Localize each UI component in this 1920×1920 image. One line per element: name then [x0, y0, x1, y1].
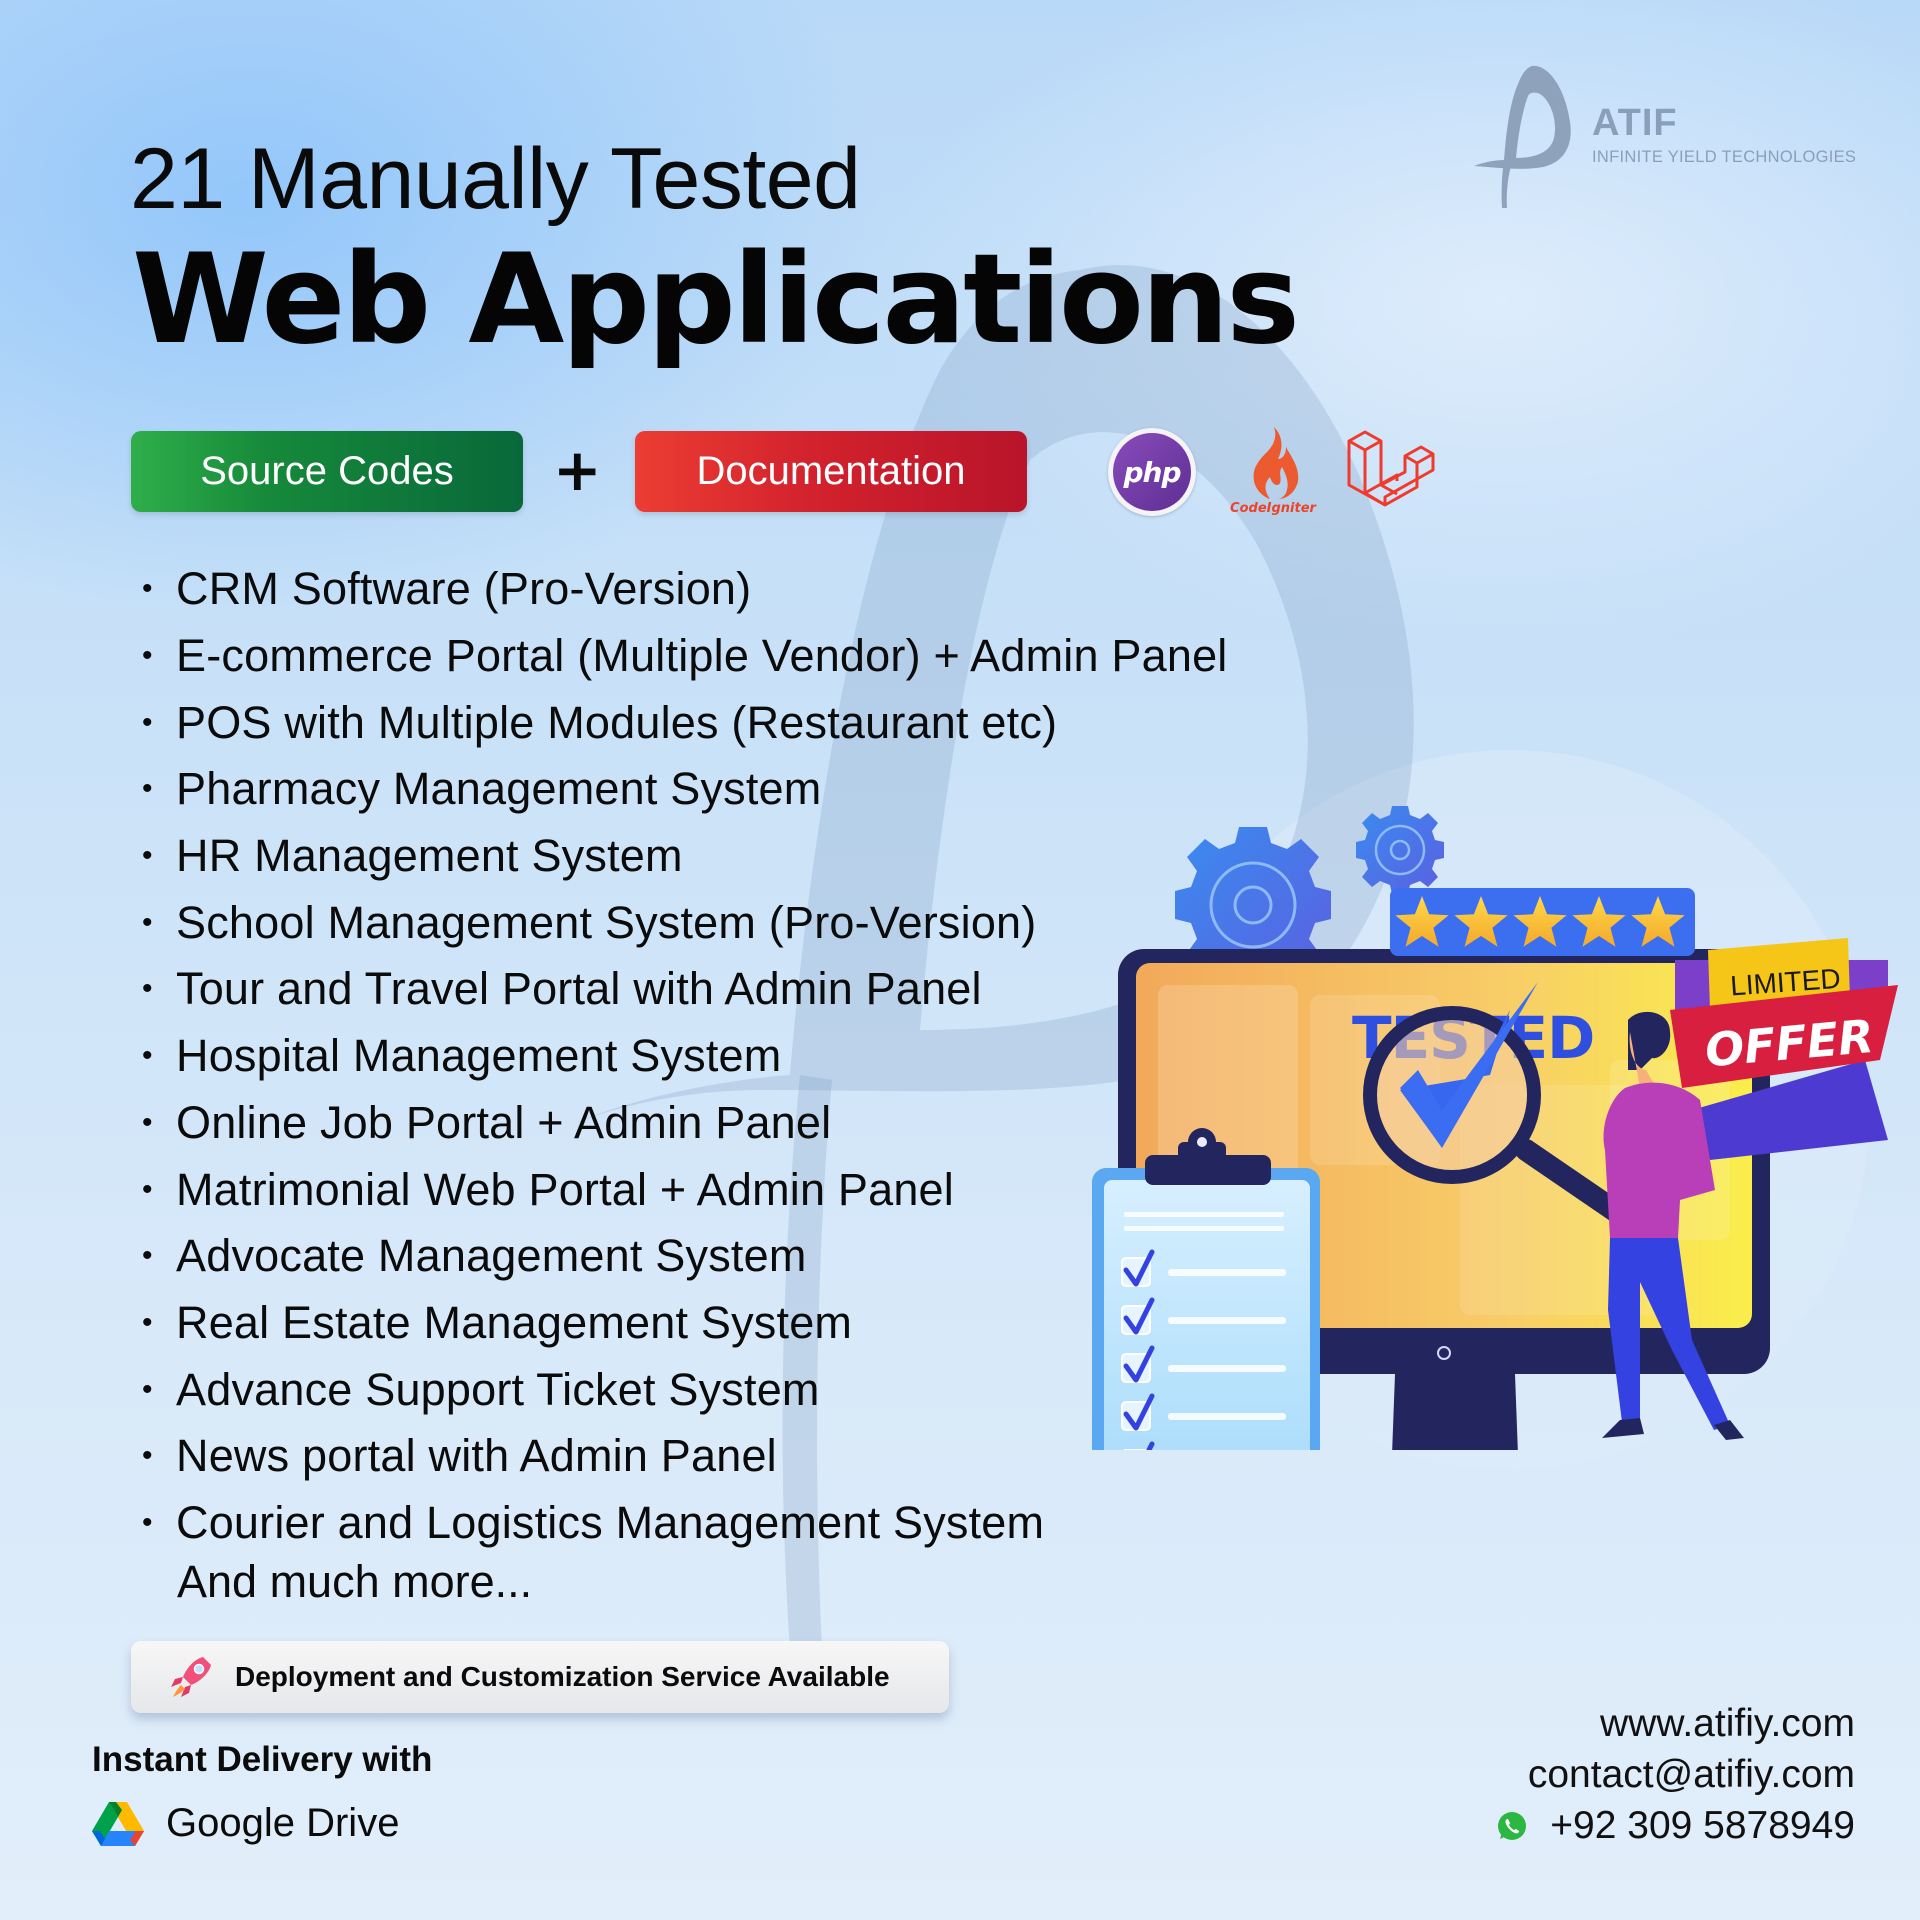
phone-number: +92 309 5878949: [1550, 1803, 1855, 1847]
codeigniter-logo: CodeIgniter: [1228, 425, 1318, 525]
list-item-label: E-commerce Portal (Multiple Vendor) + Ad…: [176, 630, 1228, 682]
laravel-logo-icon: [1347, 430, 1435, 507]
list-item-label: Matrimonial Web Portal + Admin Panel: [176, 1163, 954, 1215]
google-drive-delivery: Google Drive: [92, 1800, 399, 1846]
codeigniter-label: CodeIgniter: [1230, 501, 1316, 516]
checklist-line: [1168, 1317, 1286, 1324]
monitor-stand: [1392, 1374, 1518, 1450]
list-item-label: Advance Support Ticket System: [176, 1363, 820, 1415]
bullet: •: [142, 1439, 153, 1473]
documentation-badge: Documentation: [635, 431, 1027, 512]
source-codes-badge: Source Codes: [131, 431, 523, 512]
list-item-label: CRM Software (Pro-Version): [176, 563, 752, 615]
deployment-service-banner: Deployment and Customization Service Ava…: [131, 1641, 949, 1713]
bullet: •: [142, 1105, 153, 1139]
list-item: • Pharmacy Management System: [140, 756, 1228, 823]
brand-logo: ATIF INFINITE YIELD TECHNOLOGIES: [1470, 62, 1890, 212]
bullet: •: [142, 1305, 153, 1339]
list-item-label: Pharmacy Management System: [176, 763, 822, 815]
rocket-icon: [171, 1657, 211, 1697]
bullet: •: [142, 772, 153, 806]
list-item-label: Advocate Management System: [176, 1230, 807, 1282]
list-item-label: News portal with Admin Panel: [176, 1430, 777, 1482]
list-item-label: Online Job Portal + Admin Panel: [176, 1096, 832, 1148]
list-item-label: POS with Multiple Modules (Restaurant et…: [176, 696, 1058, 748]
google-drive-icon: [92, 1802, 144, 1846]
brand-tagline: INFINITE YIELD TECHNOLOGIES: [1592, 148, 1857, 166]
bullet: •: [142, 905, 153, 939]
bullet: •: [142, 572, 153, 606]
bullet: •: [142, 1239, 153, 1273]
bullet: •: [142, 705, 153, 739]
list-item: • Courier and Logistics Management System: [140, 1490, 1228, 1557]
plus-sign: +: [553, 436, 602, 504]
php-logo-label: php: [1113, 433, 1191, 511]
list-item: • Matrimonial Web Portal + Admin Panel: [140, 1156, 1228, 1223]
list-item: • News portal with Admin Panel: [140, 1423, 1228, 1490]
bullet: •: [142, 639, 153, 673]
delivery-label: Instant Delivery with: [92, 1740, 433, 1779]
list-item: • Online Job Portal + Admin Panel: [140, 1090, 1228, 1157]
atif-p-logo-icon: [1474, 65, 1571, 208]
application-list: • CRM Software (Pro-Version) • E-commerce …: [140, 556, 1228, 1556]
list-item-label: Hospital Management System: [176, 1030, 782, 1082]
small-gear-icon: [1356, 806, 1444, 894]
tested-illustration: TESTED LIMITED OFFER: [1092, 806, 1898, 1450]
list-item-label: Real Estate Management System: [176, 1296, 853, 1348]
list-item: • Advocate Management System: [140, 1223, 1228, 1290]
contact-info: www.atifiy.com contact@atifiy.com +92 30…: [1496, 1698, 1855, 1851]
list-item: • Tour and Travel Portal with Admin Panel: [140, 956, 1228, 1023]
list-item-label: Tour and Travel Portal with Admin Panel: [176, 963, 982, 1015]
list-item-label: School Management System (Pro-Version): [176, 896, 1037, 948]
list-item: • School Management System (Pro-Version): [140, 889, 1228, 956]
phone-line[interactable]: +92 309 5878949: [1496, 1800, 1855, 1851]
bullet: •: [142, 839, 153, 873]
checklist-line: [1168, 1365, 1286, 1372]
list-item: • E-commerce Portal (Multiple Vendor) + A…: [140, 623, 1228, 690]
website-link[interactable]: www.atifiy.com: [1496, 1698, 1855, 1749]
bullet: •: [142, 1505, 153, 1539]
list-item: • POS with Multiple Modules (Restaurant e…: [140, 689, 1228, 756]
list-item: • Hospital Management System: [140, 1023, 1228, 1090]
bullet: •: [142, 972, 153, 1006]
and-more-text: And much more...: [177, 1556, 533, 1607]
whatsapp-icon: [1498, 1811, 1527, 1840]
bullet: •: [142, 1039, 153, 1073]
list-item-label: Courier and Logistics Management System: [176, 1496, 1045, 1548]
codeigniter-flame-icon: [1253, 427, 1299, 499]
list-item: • HR Management System: [140, 823, 1228, 890]
bullet: •: [142, 1172, 153, 1206]
checklist-line: [1168, 1269, 1286, 1276]
page-subtitle: 21 Manually Tested: [130, 131, 861, 227]
list-item: • Real Estate Management System: [140, 1290, 1228, 1357]
list-item: • CRM Software (Pro-Version): [140, 556, 1228, 623]
google-drive-label: Google Drive: [166, 1800, 400, 1845]
list-item-label: HR Management System: [176, 830, 683, 882]
bullet: •: [142, 1372, 153, 1406]
brand-name: ATIF: [1592, 102, 1678, 144]
list-item: • Advance Support Ticket System: [140, 1356, 1228, 1423]
page-title: Web Applications: [132, 228, 1300, 372]
php-logo-icon: php: [1108, 428, 1196, 516]
email-link[interactable]: contact@atifiy.com: [1496, 1749, 1855, 1800]
checklist-line: [1168, 1413, 1286, 1420]
checklist-clipboard-icon: [1092, 1128, 1320, 1450]
deployment-service-text: Deployment and Customization Service Ava…: [235, 1661, 890, 1692]
